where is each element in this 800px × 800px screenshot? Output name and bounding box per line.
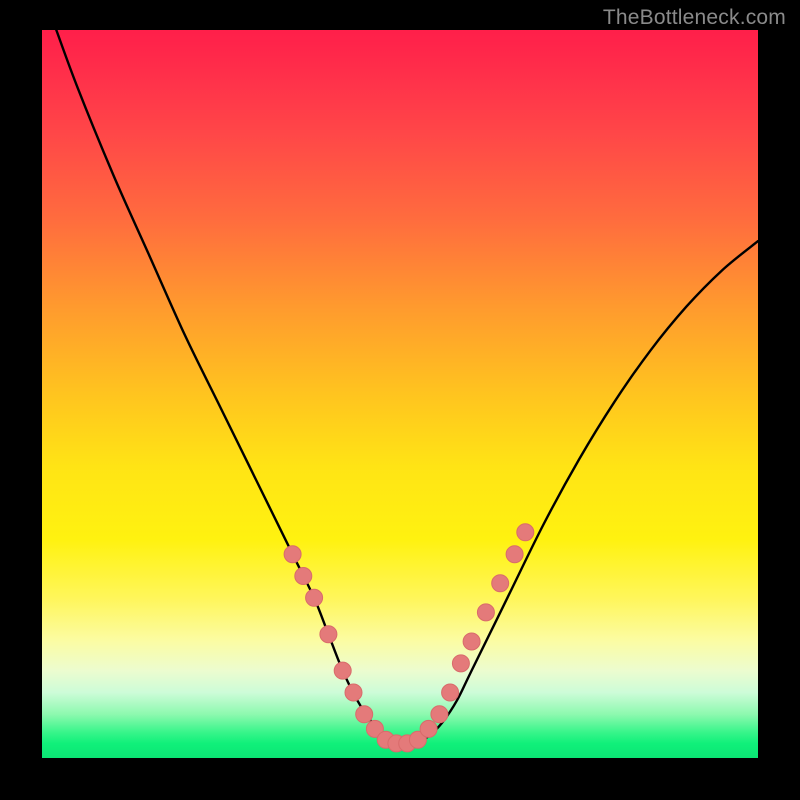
curve-marker	[356, 706, 373, 723]
curve-marker	[517, 524, 534, 541]
curve-marker	[420, 720, 437, 737]
curve-marker	[477, 604, 494, 621]
curve-marker	[442, 684, 459, 701]
curve-marker	[492, 575, 509, 592]
curve-marker	[506, 546, 523, 563]
curve-marker	[463, 633, 480, 650]
curve-marker	[431, 706, 448, 723]
curve-marker	[284, 546, 301, 563]
curve-marker	[345, 684, 362, 701]
chart-stage: TheBottleneck.com	[0, 0, 800, 800]
chart-overlay-svg	[42, 30, 758, 758]
chart-area	[42, 30, 758, 758]
curve-marker	[295, 568, 312, 585]
curve-marker	[452, 655, 469, 672]
curve-marker	[306, 589, 323, 606]
bottleneck-curve-path	[56, 30, 758, 744]
marker-layer	[284, 524, 534, 752]
curve-marker	[320, 626, 337, 643]
watermark-label: TheBottleneck.com	[603, 6, 786, 30]
curve-marker	[334, 662, 351, 679]
